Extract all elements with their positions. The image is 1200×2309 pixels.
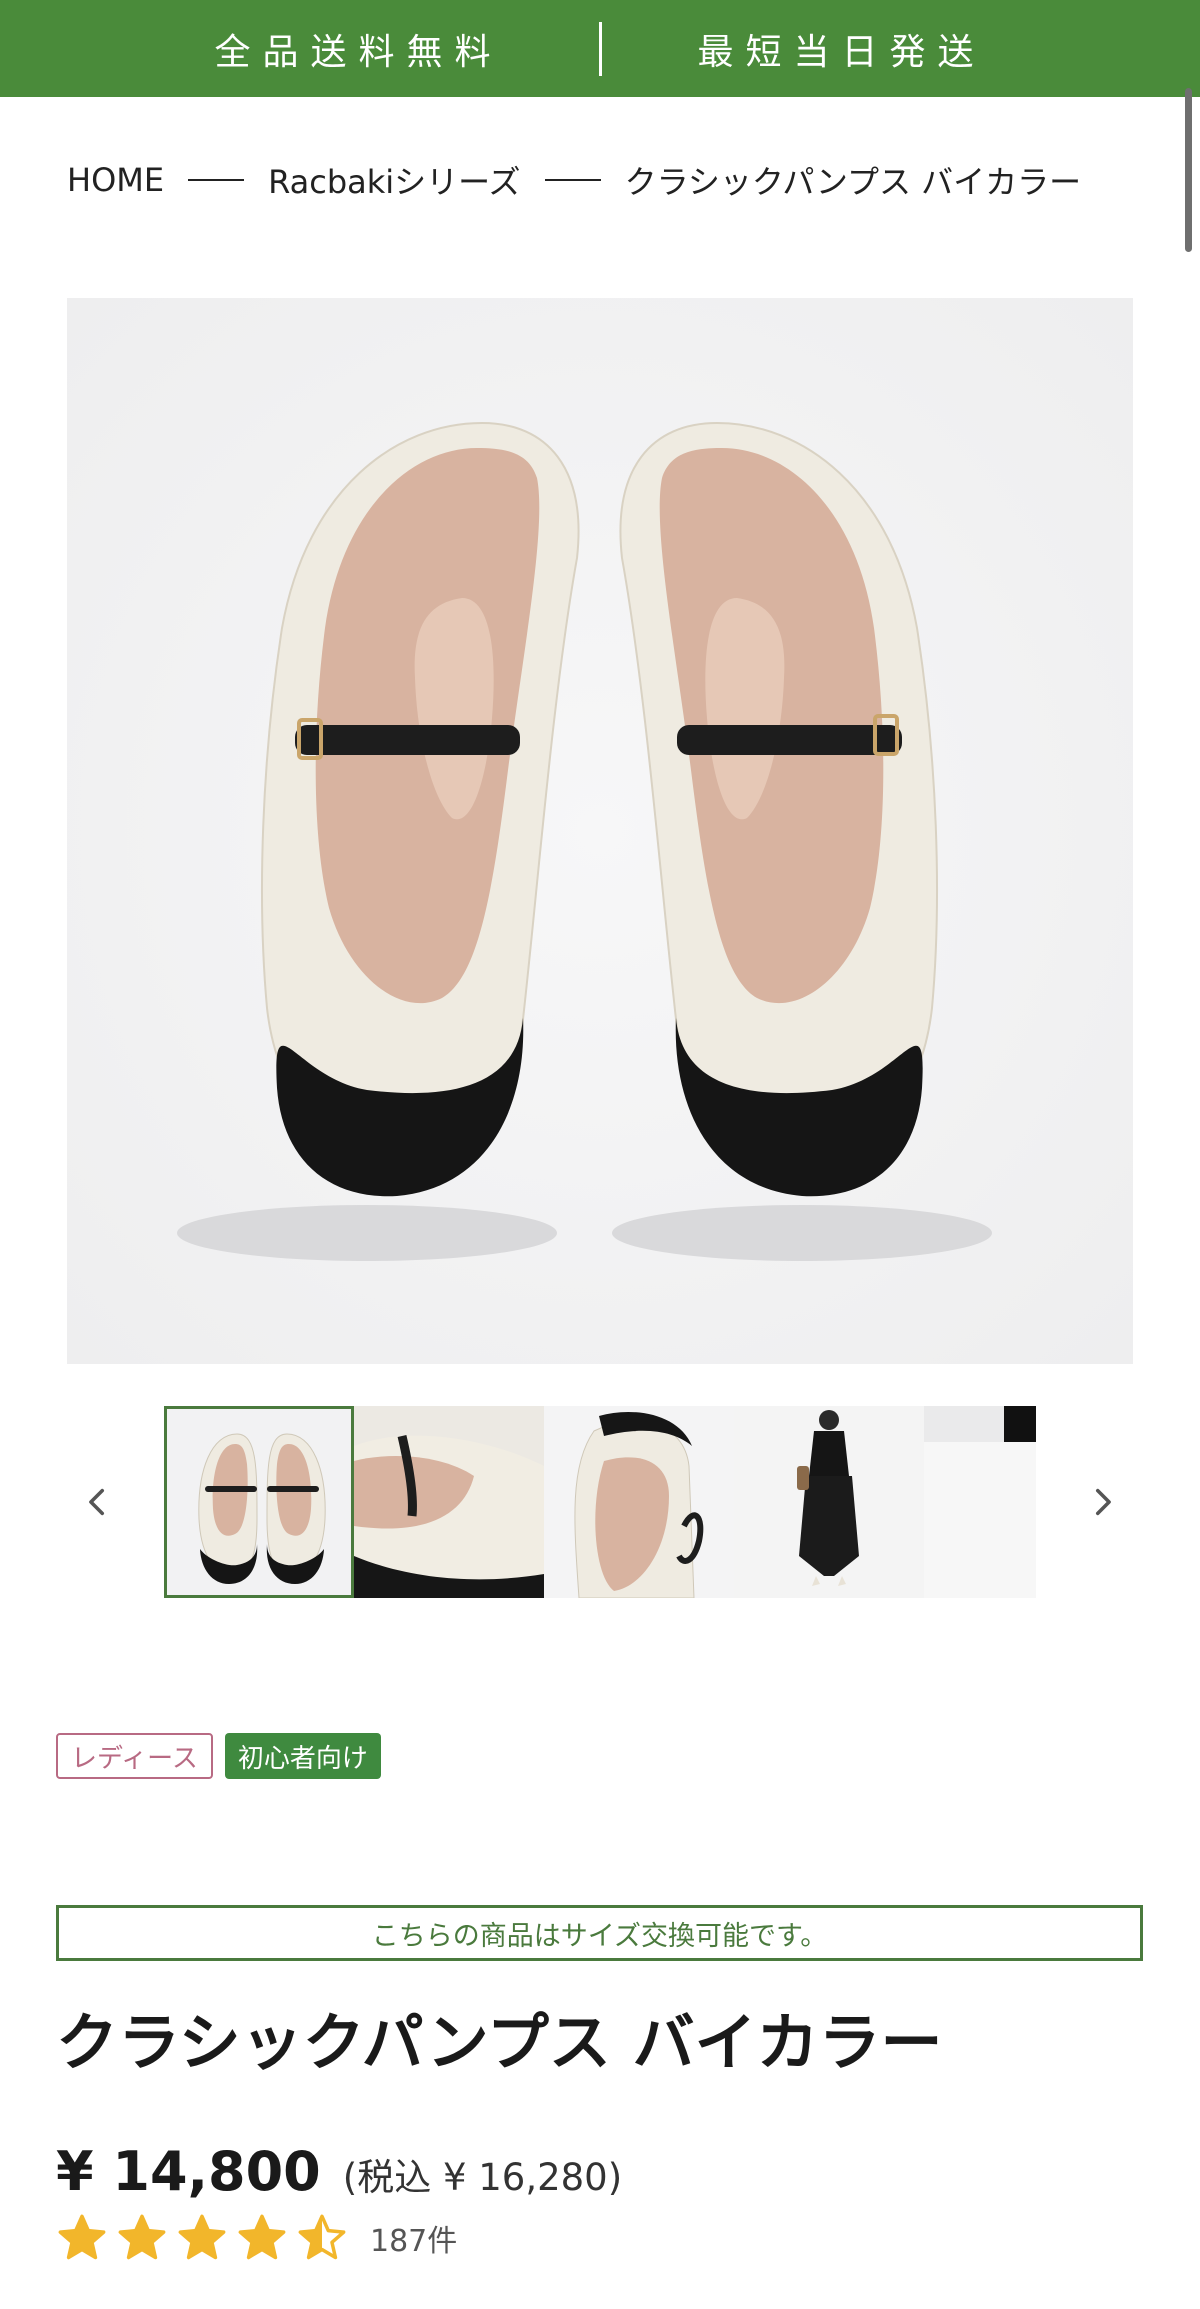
thumbnail-2[interactable]	[354, 1406, 544, 1598]
price: ¥ 14,800	[56, 2140, 321, 2203]
breadcrumb-separator	[188, 179, 245, 181]
breadcrumb-current: クラシックパンプス バイカラー	[624, 163, 1082, 201]
thumbnail-1[interactable]	[164, 1406, 354, 1598]
thumbnail-image	[734, 1406, 924, 1598]
thumbnail-image	[544, 1406, 734, 1598]
thumbnail-strip	[164, 1406, 1036, 1598]
thumbnail-image	[354, 1406, 544, 1598]
thumbnail-3[interactable]	[544, 1406, 734, 1598]
rating-row[interactable]: 187件	[56, 2212, 457, 2264]
same-day-shipping-text: 最短当日発送	[697, 31, 986, 73]
tag-beginner[interactable]: 初心者向け	[224, 1733, 381, 1779]
star-full-icon	[238, 2214, 286, 2260]
breadcrumb-series[interactable]: Racbakiシリーズ	[268, 157, 520, 203]
star-full-icon	[178, 2214, 226, 2260]
chevron-left-icon	[89, 1488, 105, 1516]
thumbnail-image	[167, 1409, 351, 1595]
tag-ladies[interactable]: レディース	[56, 1733, 213, 1779]
scrollbar[interactable]	[1185, 88, 1192, 252]
breadcrumb-separator	[544, 179, 601, 181]
gallery-next-button[interactable]	[1072, 1472, 1132, 1532]
breadcrumb-home[interactable]: HOME	[67, 161, 164, 199]
shoes-photo	[67, 298, 1133, 1364]
thumbnail-5[interactable]	[924, 1406, 1036, 1598]
star-full-icon	[118, 2214, 166, 2260]
main-product-image[interactable]	[67, 298, 1133, 1364]
size-exchange-notice: こちらの商品はサイズ交換可能です。	[56, 1905, 1143, 1961]
gallery-prev-button[interactable]	[68, 1472, 128, 1532]
thumbnail-4[interactable]	[734, 1406, 924, 1598]
product-tags: レディース 初心者向け	[56, 1733, 381, 1779]
announcement-bar: 全品送料無料 最短当日発送	[0, 0, 1200, 97]
product-title: クラシックパンプス バイカラー	[56, 2006, 943, 2079]
review-count[interactable]: 187件	[370, 2216, 457, 2260]
free-shipping-text: 全品送料無料	[214, 31, 503, 73]
price-tax-included: (税込 ¥ 16,280)	[342, 2156, 623, 2199]
star-half-icon	[298, 2214, 346, 2260]
chevron-right-icon	[1095, 1488, 1111, 1516]
breadcrumb: HOME Racbakiシリーズ クラシックパンプス バイカラー	[67, 155, 1081, 205]
price-row: ¥ 14,800 (税込 ¥ 16,280)	[56, 2140, 622, 2203]
thumbnail-image	[924, 1406, 1036, 1598]
star-full-icon	[58, 2214, 106, 2260]
rating-stars	[56, 2212, 356, 2264]
announcement-divider	[598, 21, 602, 76]
